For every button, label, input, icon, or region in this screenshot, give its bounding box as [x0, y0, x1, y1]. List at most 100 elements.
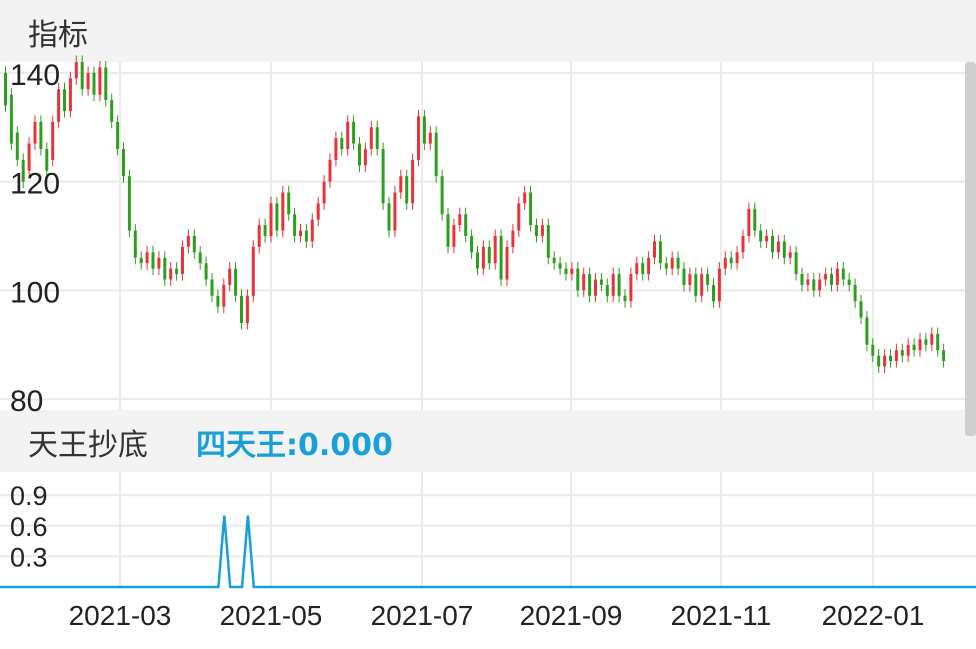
candle — [529, 192, 533, 226]
candle — [877, 355, 881, 367]
candle — [753, 208, 757, 231]
candle — [617, 274, 621, 296]
candle — [582, 274, 586, 291]
candle — [570, 268, 574, 275]
candle — [181, 246, 184, 275]
candle — [688, 274, 692, 285]
candle — [605, 284, 609, 296]
x-tick-label: 2021-05 — [220, 600, 323, 631]
candle — [859, 301, 863, 318]
candle — [641, 263, 645, 275]
candle — [723, 257, 727, 269]
candle — [599, 279, 603, 285]
candle — [169, 268, 173, 280]
candle — [110, 100, 114, 122]
candle — [936, 333, 940, 351]
candle — [552, 257, 556, 264]
candle — [322, 181, 326, 204]
candle — [889, 355, 892, 362]
candle — [145, 252, 149, 264]
candle — [293, 214, 297, 236]
candle — [464, 214, 468, 236]
candle — [812, 279, 816, 291]
candle — [9, 94, 13, 144]
candle — [57, 89, 61, 122]
candle — [930, 333, 934, 345]
candle — [299, 230, 302, 236]
x-tick-label: 2021-09 — [520, 600, 623, 631]
candle — [139, 257, 143, 264]
candle — [664, 263, 668, 269]
candle — [906, 344, 910, 356]
candle — [759, 230, 763, 242]
candle — [334, 138, 338, 160]
candle — [481, 246, 485, 269]
candle — [192, 236, 196, 253]
candle — [98, 67, 102, 95]
candle — [228, 268, 232, 285]
candle — [381, 149, 385, 204]
candle — [782, 241, 786, 258]
sub-y-axis-labels: 0.90.60.3 — [10, 481, 48, 572]
candle — [216, 295, 220, 307]
candle — [747, 208, 751, 236]
candle — [51, 121, 55, 160]
candle — [771, 236, 774, 253]
candle — [918, 339, 922, 351]
candle — [818, 279, 822, 291]
candle — [245, 295, 249, 323]
candle — [198, 252, 202, 264]
candle — [635, 263, 639, 275]
candle — [369, 127, 373, 149]
candle — [824, 274, 828, 280]
candle — [629, 274, 633, 302]
candle — [399, 176, 403, 193]
candle — [853, 284, 857, 302]
candle — [452, 225, 456, 247]
candle — [234, 268, 238, 296]
candle — [186, 236, 190, 247]
candle — [316, 203, 320, 220]
candle — [80, 62, 84, 90]
candle — [240, 295, 243, 323]
candle — [594, 279, 597, 296]
candle — [841, 268, 845, 280]
candle — [411, 159, 415, 204]
candle — [352, 121, 356, 144]
candle — [222, 284, 226, 307]
candle — [375, 127, 379, 149]
candle — [706, 274, 710, 285]
candle — [210, 279, 214, 296]
candle — [505, 246, 509, 280]
scrollbar[interactable] — [965, 62, 976, 436]
candle — [517, 203, 521, 231]
candle — [116, 121, 120, 149]
candle — [535, 225, 538, 236]
candle — [676, 257, 680, 269]
sub-y-tick-label: 0.3 — [10, 542, 48, 572]
candle — [263, 225, 267, 236]
candle — [304, 230, 308, 242]
y-tick-label: 100 — [10, 276, 60, 309]
candle — [647, 257, 651, 275]
candle — [446, 214, 450, 247]
candle — [422, 116, 426, 144]
candle — [269, 203, 273, 236]
candle — [4, 72, 7, 106]
candle — [576, 268, 580, 291]
candle — [275, 203, 279, 231]
candle — [340, 138, 344, 149]
candle — [830, 274, 833, 285]
candle — [287, 192, 291, 215]
candle — [653, 241, 656, 258]
candle — [499, 236, 503, 280]
x-tick-label: 2021-11 — [671, 600, 772, 631]
candle — [346, 121, 350, 149]
candle — [942, 350, 946, 362]
candle — [63, 89, 66, 111]
candle — [741, 236, 745, 253]
candle — [717, 268, 721, 302]
candles — [4, 55, 946, 374]
candle — [558, 263, 562, 269]
candle — [523, 192, 527, 204]
